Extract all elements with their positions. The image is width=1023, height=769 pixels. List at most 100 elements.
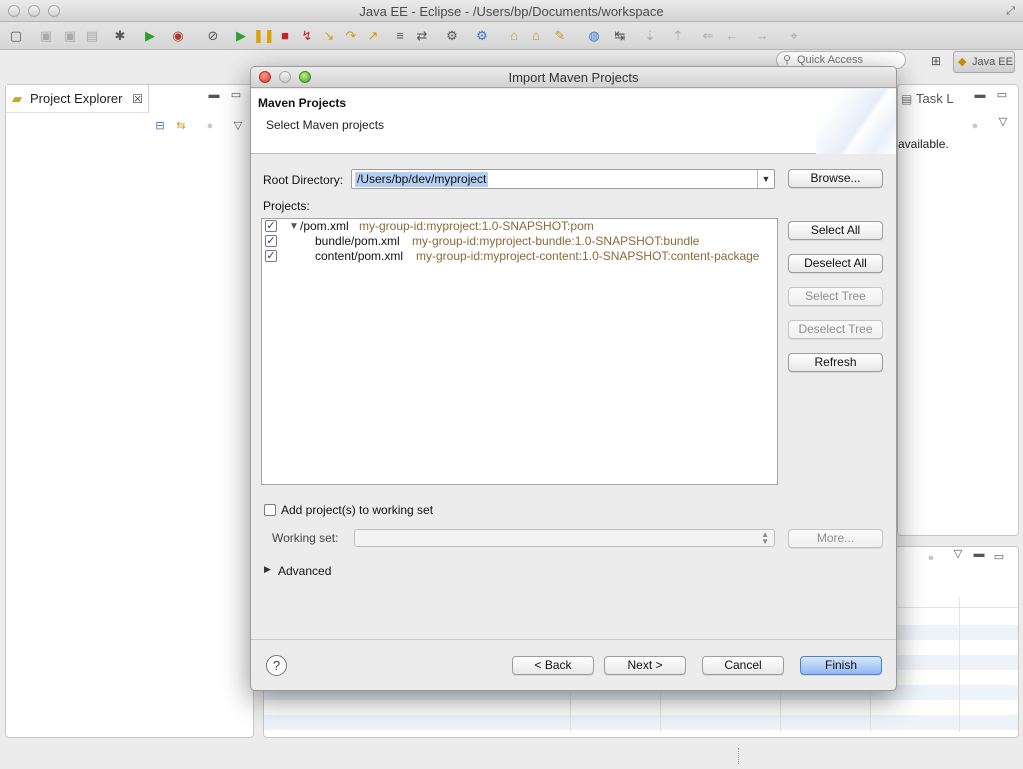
view-menu-icon[interactable]: ▽ (996, 115, 1010, 129)
minimize-view-icon[interactable]: ▬ (972, 547, 986, 561)
advanced-section-label[interactable]: Advanced (278, 564, 331, 578)
maximize-view-icon[interactable]: ▭ (992, 550, 1006, 564)
project-explorer-view: ▰ Project Explorer ☒ ▬ ▭ ⊟ ⇆ ● ▽ (5, 84, 254, 738)
help-icon[interactable]: ? (266, 655, 287, 676)
project-coordinates: my-group-id:myproject-bundle:1.0-SNAPSHO… (412, 234, 700, 248)
perspective-java-ee-button[interactable]: ◆ Java EE (953, 51, 1015, 73)
new-icon[interactable]: ▢ (6, 26, 26, 46)
search-tool-icon[interactable]: ✎ (550, 26, 570, 46)
next-annotation-icon[interactable]: ⇣ (640, 26, 660, 46)
perspective-label: Java EE (972, 56, 1013, 68)
save-all-icon[interactable]: ▣ (60, 26, 80, 46)
collapse-all-icon[interactable]: ⊟ (153, 119, 167, 133)
status-bar-grip[interactable] (738, 748, 741, 764)
folder-icon: ▰ (12, 91, 22, 106)
eclipse-titlebar: Java EE - Eclipse - /Users/bp/Documents/… (0, 0, 1023, 22)
minimize-view-icon[interactable]: ▬ (207, 88, 221, 102)
forward-icon[interactable]: → (752, 26, 772, 46)
open-web-browser-icon[interactable]: ◍ (584, 26, 604, 46)
import-maven-projects-dialog: Import Maven Projects Maven Projects Sel… (250, 66, 897, 691)
previous-annotation-icon[interactable]: ⇡ (668, 26, 688, 46)
step-over-icon[interactable]: ↷ (341, 26, 361, 46)
add-to-working-set-label: Add project(s) to working set (281, 503, 434, 517)
view-menu-icon[interactable]: ▽ (231, 119, 245, 133)
chevron-down-icon[interactable]: ▼ (757, 170, 774, 188)
footer-separator (251, 639, 896, 640)
project-checkbox[interactable]: ✓ (265, 235, 277, 247)
new-web-service-icon[interactable]: ⚙ (472, 26, 492, 46)
root-directory-combo[interactable]: /Users/bp/dev/myproject ▼ (351, 169, 775, 189)
next-button[interactable]: Next > (604, 656, 686, 675)
select-tree-button[interactable]: Select Tree (788, 287, 883, 306)
pin-editor-icon[interactable]: ⌖ (784, 26, 804, 46)
focus-on-task-icon[interactable]: ● (203, 119, 217, 133)
cancel-button[interactable]: Cancel (702, 656, 784, 675)
root-directory-label: Root Directory: (263, 173, 344, 187)
run-icon[interactable]: ▶ (140, 26, 160, 46)
project-coordinates: my-group-id:myproject:1.0-SNAPSHOT:pom (359, 219, 594, 233)
project-name: /pom.xml (300, 219, 349, 233)
drop-to-frame-icon[interactable]: ⇄ (412, 26, 432, 46)
projects-label: Projects: (263, 199, 310, 213)
link-with-editor-icon[interactable]: ⇆ (174, 119, 188, 133)
terminate-icon[interactable]: ■ (275, 26, 295, 46)
resume-icon[interactable]: ▶ (231, 26, 251, 46)
focus-icon[interactable]: ● (968, 119, 982, 133)
step-return-icon[interactable]: ↗ (363, 26, 383, 46)
tree-item-bundle-pom[interactable]: ✓ bundle/pom.xml my-group-id:myproject-b… (262, 234, 777, 249)
toggle-mark-icon[interactable]: ↹ (610, 26, 630, 46)
add-to-working-set-checkbox[interactable]: ✓ (264, 504, 276, 516)
open-perspective-icon[interactable]: ⊞ (926, 51, 946, 71)
maximize-view-icon[interactable]: ▭ (995, 88, 1009, 102)
maximize-view-icon[interactable]: ▭ (229, 88, 243, 102)
external-tools-icon[interactable]: ◉ (168, 26, 188, 46)
open-task-icon[interactable]: ⌂ (526, 26, 546, 46)
tree-item-content-pom[interactable]: ✓ content/pom.xml my-group-id:myproject-… (262, 249, 777, 264)
back-icon[interactable]: ← (722, 26, 742, 46)
view-menu-icon[interactable]: ▽ (951, 547, 965, 561)
task-list-message: available. (898, 137, 949, 151)
minimize-view-icon[interactable]: ▬ (973, 88, 987, 102)
project-coordinates: my-group-id:myproject-content:1.0-SNAPSH… (416, 249, 760, 263)
select-all-button[interactable]: Select All (788, 221, 883, 240)
disconnect-icon[interactable]: ↯ (297, 26, 317, 46)
refresh-button[interactable]: Refresh (788, 353, 883, 372)
working-set-select[interactable]: ▲ ▼ (354, 529, 775, 547)
deselect-tree-button[interactable]: Deselect Tree (788, 320, 883, 339)
print-icon[interactable]: ▤ (82, 26, 102, 46)
project-name: content/pom.xml (315, 249, 404, 263)
project-name: bundle/pom.xml (315, 234, 400, 248)
tab-task-list[interactable]: ▤ Task L (898, 85, 978, 113)
deselect-all-button[interactable]: Deselect All (788, 254, 883, 273)
close-icon[interactable]: ☒ (132, 85, 143, 113)
fullscreen-icon[interactable]: ⤢ (1006, 5, 1015, 18)
wizard-header: Maven Projects Select Maven projects (251, 89, 896, 154)
projects-tree[interactable]: ✓ ▼ /pom.xml my-group-id:myproject:1.0-S… (261, 218, 778, 485)
expand-triangle-icon[interactable]: ▼ (289, 219, 299, 234)
finish-button[interactable]: Finish (800, 656, 882, 675)
suspend-icon[interactable]: ❚❚ (253, 26, 275, 46)
quick-access-placeholder: Quick Access (797, 54, 864, 66)
focus-icon[interactable]: ● (924, 551, 938, 565)
browse-button[interactable]: Browse... (788, 169, 883, 188)
last-edit-location-icon[interactable]: ⇐ (698, 26, 718, 46)
more-button[interactable]: More... (788, 529, 883, 548)
root-directory-value[interactable]: /Users/bp/dev/myproject (355, 172, 489, 187)
table-row (264, 715, 1018, 730)
project-checkbox[interactable]: ✓ (265, 250, 277, 262)
wizard-page-description: Select Maven projects (266, 118, 385, 132)
dialog-title: Import Maven Projects (508, 70, 639, 85)
skip-breakpoints-icon[interactable]: ⊘ (203, 26, 223, 46)
debug-icon[interactable]: ✱ (110, 26, 130, 46)
project-checkbox[interactable]: ✓ (265, 220, 277, 232)
tree-item-root-pom[interactable]: ✓ ▼ /pom.xml my-group-id:myproject:1.0-S… (262, 219, 777, 234)
open-type-icon[interactable]: ⌂ (504, 26, 524, 46)
step-into-icon[interactable]: ↘ (319, 26, 339, 46)
tab-project-explorer-label: Project Explorer (30, 91, 123, 106)
back-button[interactable]: < Back (512, 656, 594, 675)
tab-project-explorer[interactable]: ▰ Project Explorer ☒ (6, 85, 149, 113)
save-icon[interactable]: ▣ (36, 26, 56, 46)
use-step-filters-icon[interactable]: ≡ (390, 26, 410, 46)
advanced-expand-icon[interactable]: ▶ (264, 564, 271, 575)
new-server-icon[interactable]: ⚙ (442, 26, 462, 46)
